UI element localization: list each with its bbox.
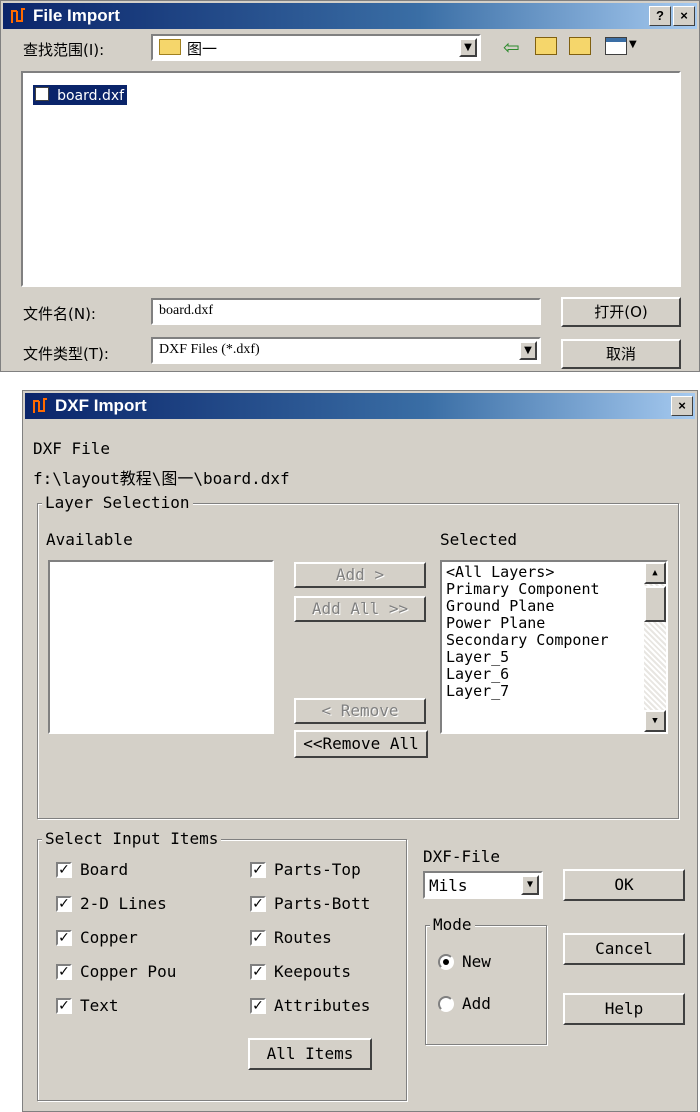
- parts-top-label: Parts-Top: [274, 860, 361, 879]
- remove-button[interactable]: < Remove: [294, 698, 426, 724]
- board-label: Board: [80, 860, 129, 879]
- list-item[interactable]: Secondary Componer: [446, 632, 662, 649]
- file-name: board.dxf: [57, 88, 125, 104]
- ok-button[interactable]: OK: [563, 869, 685, 901]
- list-item[interactable]: Layer_7: [446, 683, 662, 700]
- units-value: Mils: [429, 876, 468, 895]
- app-logo-icon: [11, 8, 25, 23]
- layer-selection-group: Layer Selection Available Add > Add All …: [37, 493, 679, 819]
- list-item[interactable]: Layer_5: [446, 649, 662, 666]
- select-input-items-group: Select Input Items ✓ Board ✓ 2-D Lines ✓…: [37, 829, 407, 1101]
- selected-label: Selected: [440, 530, 518, 549]
- remove-all-button[interactable]: <<Remove All: [294, 730, 428, 758]
- 2d-lines-checkbox[interactable]: ✓: [56, 896, 72, 912]
- list-item[interactable]: Layer_6: [446, 666, 662, 683]
- scrollbar[interactable]: ▲ ▼: [644, 562, 666, 732]
- text-checkbox[interactable]: ✓: [56, 998, 72, 1014]
- keepouts-checkbox[interactable]: ✓: [250, 964, 266, 980]
- available-list[interactable]: [48, 560, 274, 734]
- mode-new-label: New: [462, 952, 491, 971]
- cancel-button[interactable]: 取消: [561, 339, 681, 369]
- layer-selection-title: Layer Selection: [42, 493, 193, 512]
- scroll-down-icon[interactable]: ▼: [644, 710, 666, 732]
- file-import-title: File Import: [33, 6, 120, 25]
- file-import-titlebar[interactable]: File Import ? ×: [3, 3, 697, 29]
- copper-pour-label: Copper Pou: [80, 962, 177, 981]
- folder-icon: [159, 39, 181, 55]
- chevron-down-icon[interactable]: ▼: [521, 875, 539, 895]
- dxf-file-label: DXF File: [33, 439, 111, 458]
- available-label: Available: [46, 530, 133, 549]
- copper-checkbox[interactable]: ✓: [56, 930, 72, 946]
- copper-label: Copper: [80, 928, 138, 947]
- copper-pour-checkbox[interactable]: ✓: [56, 964, 72, 980]
- parts-top-checkbox[interactable]: ✓: [250, 862, 266, 878]
- look-in-combo[interactable]: 图一 ▼: [151, 34, 481, 61]
- text-label: Text: [80, 996, 119, 1015]
- mode-add-label: Add: [462, 994, 491, 1013]
- select-input-items-title: Select Input Items: [42, 829, 222, 848]
- mode-new-radio[interactable]: [438, 954, 454, 970]
- 2d-lines-label: 2-D Lines: [80, 894, 167, 913]
- new-folder-icon[interactable]: [569, 37, 591, 55]
- close-icon[interactable]: ×: [671, 396, 693, 416]
- parts-bottom-checkbox[interactable]: ✓: [250, 896, 266, 912]
- back-icon[interactable]: ⇦: [503, 35, 520, 59]
- close-icon[interactable]: ×: [673, 6, 695, 26]
- list-item[interactable]: Power Plane: [446, 615, 662, 632]
- app-logo-icon: [33, 398, 47, 413]
- mode-add-radio[interactable]: [438, 996, 454, 1012]
- list-item[interactable]: <All Layers>: [446, 564, 662, 581]
- filename-input[interactable]: board.dxf: [151, 298, 541, 325]
- units-combo[interactable]: Mils ▼: [423, 871, 543, 899]
- view-menu-icon[interactable]: [605, 37, 627, 55]
- help-icon[interactable]: ?: [649, 6, 671, 26]
- help-button[interactable]: Help: [563, 993, 685, 1025]
- parts-bottom-label: Parts-Bott: [274, 894, 371, 913]
- board-checkbox[interactable]: ✓: [56, 862, 72, 878]
- mode-title: Mode: [430, 915, 475, 934]
- list-item[interactable]: Ground Plane: [446, 598, 662, 615]
- filetype-combo[interactable]: DXF Files (*.dxf) ▼: [151, 337, 541, 364]
- dxf-file-path: f:\layout教程\图一\board.dxf: [33, 469, 290, 488]
- attributes-checkbox[interactable]: ✓: [250, 998, 266, 1014]
- selected-layers-list[interactable]: <All Layers> Primary Component Ground Pl…: [440, 560, 668, 734]
- add-button[interactable]: Add >: [294, 562, 426, 588]
- file-import-dialog: File Import ? × 查找范围(I): 图一 ▼ ⇦ ▼ board.…: [0, 0, 700, 372]
- dxf-import-title: DXF Import: [55, 396, 147, 415]
- chevron-down-icon[interactable]: ▼: [459, 38, 477, 57]
- routes-checkbox[interactable]: ✓: [250, 930, 266, 946]
- filename-label: 文件名(N):: [23, 305, 96, 323]
- scroll-thumb[interactable]: [644, 586, 666, 622]
- filetype-value: DXF Files (*.dxf): [159, 342, 260, 357]
- keepouts-label: Keepouts: [274, 962, 352, 981]
- routes-label: Routes: [274, 928, 332, 947]
- scroll-up-icon[interactable]: ▲: [644, 562, 666, 584]
- open-button[interactable]: 打开(O): [561, 297, 681, 327]
- file-icon: [35, 87, 49, 101]
- list-item[interactable]: Primary Component: [446, 581, 662, 598]
- filetype-label: 文件类型(T):: [23, 345, 109, 363]
- mode-group: Mode New Add: [425, 915, 547, 1045]
- file-list[interactable]: board.dxf: [21, 71, 681, 287]
- filename-value: board.dxf: [159, 303, 214, 318]
- dxf-import-dialog: DXF Import × DXF File f:\layout教程\图一\boa…: [22, 390, 698, 1112]
- look-in-label: 查找范围(I):: [23, 41, 105, 59]
- all-items-button[interactable]: All Items: [248, 1038, 372, 1070]
- chevron-down-icon[interactable]: ▼: [519, 341, 537, 360]
- file-item[interactable]: board.dxf: [33, 85, 128, 105]
- cancel-button[interactable]: Cancel: [563, 933, 685, 965]
- view-menu-chevron-icon[interactable]: ▼: [629, 39, 637, 50]
- add-all-button[interactable]: Add All >>: [294, 596, 426, 622]
- attributes-label: Attributes: [274, 996, 371, 1015]
- up-folder-icon[interactable]: [535, 37, 557, 55]
- look-in-value: 图一: [187, 40, 218, 58]
- dxf-file-units-label: DXF-File: [423, 847, 501, 866]
- dxf-import-titlebar[interactable]: DXF Import ×: [25, 393, 695, 419]
